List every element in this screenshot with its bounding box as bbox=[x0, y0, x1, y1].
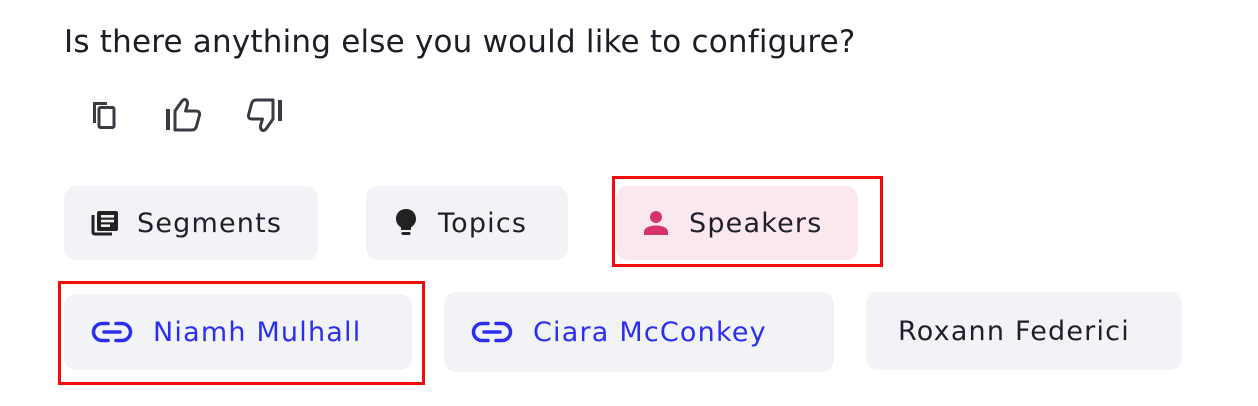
newspaper-icon bbox=[90, 208, 120, 238]
thumbs-down-button[interactable] bbox=[242, 92, 288, 138]
speaker-chip-label: Ciara McConkey bbox=[533, 316, 767, 348]
thumbs-up-icon bbox=[166, 98, 202, 132]
speaker-chip-label: Roxann Federici bbox=[898, 315, 1130, 347]
lightbulb-icon bbox=[394, 208, 418, 238]
category-chip-speakers[interactable]: Speakers bbox=[616, 186, 858, 260]
speaker-chip-label: Niamh Mulhall bbox=[153, 316, 362, 348]
category-chip-segments[interactable]: Segments bbox=[64, 186, 318, 260]
assistant-message: Is there anything else you would like to… bbox=[64, 24, 856, 60]
category-chip-label: Speakers bbox=[689, 207, 823, 239]
speaker-chip-roxann-federici[interactable]: Roxann Federici bbox=[866, 292, 1182, 370]
link-icon bbox=[471, 321, 513, 343]
category-chip-label: Topics bbox=[438, 207, 528, 239]
category-chip-topics[interactable]: Topics bbox=[366, 186, 568, 260]
chat-response: Is there anything else you would like to… bbox=[0, 0, 1258, 406]
link-icon bbox=[91, 321, 133, 343]
copy-icon bbox=[93, 102, 116, 129]
thumbs-down-icon bbox=[246, 98, 282, 132]
copy-button[interactable] bbox=[81, 92, 127, 138]
speaker-chip-ciara-mcconkey[interactable]: Ciara McConkey bbox=[444, 292, 834, 372]
person-icon bbox=[644, 210, 668, 236]
category-chip-label: Segments bbox=[137, 207, 283, 239]
thumbs-up-button[interactable] bbox=[160, 92, 206, 138]
speaker-chip-niamh-mulhall[interactable]: Niamh Mulhall bbox=[64, 294, 412, 370]
